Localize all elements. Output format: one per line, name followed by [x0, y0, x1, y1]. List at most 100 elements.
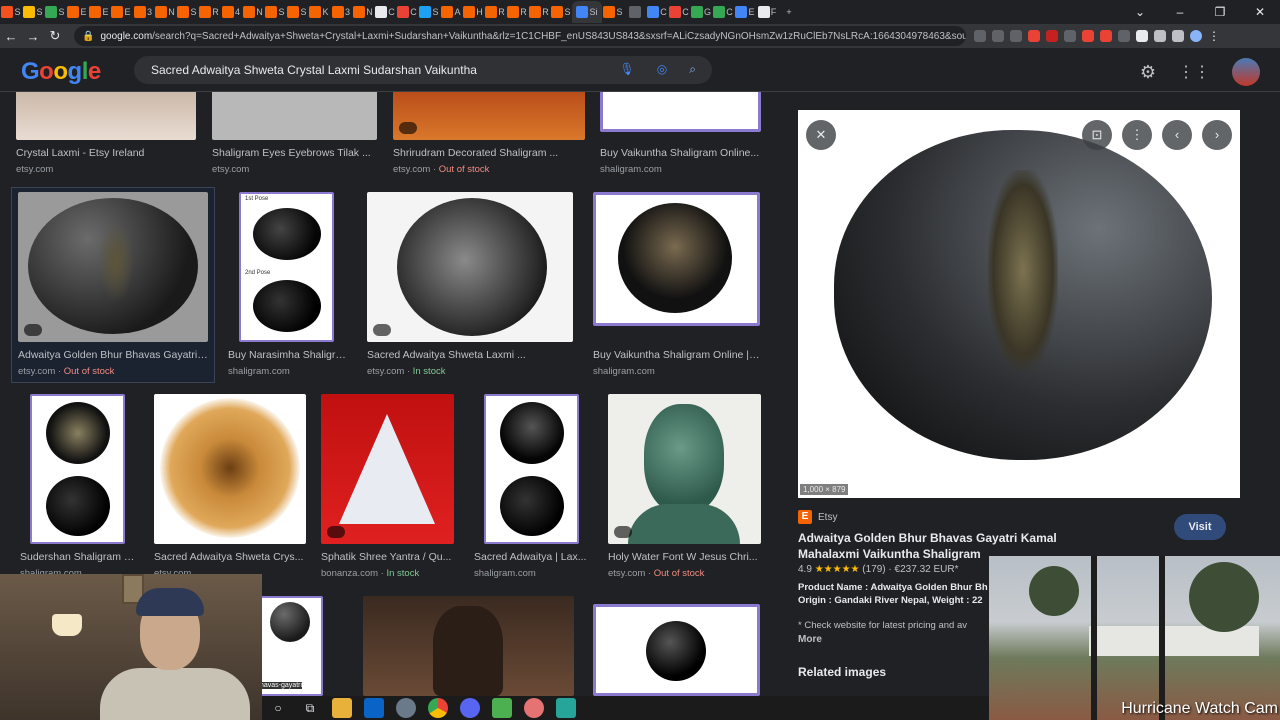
result-card[interactable]: Sudershan Shaligram | ... shaligram.com [20, 394, 135, 579]
preview-source[interactable]: E Etsy [798, 510, 837, 524]
result-card[interactable] [363, 596, 574, 696]
mail-icon[interactable] [364, 698, 384, 718]
result-image[interactable] [484, 394, 579, 544]
visit-button[interactable]: Visit [1174, 514, 1226, 540]
result-card[interactable]: Holy Water Font W Jesus Chri... etsy.com… [608, 394, 761, 579]
browser-tab[interactable]: S [22, 1, 44, 23]
more-link[interactable]: More [798, 634, 822, 645]
browser-tab[interactable]: S [44, 1, 66, 23]
browser-tab[interactable]: C [668, 1, 690, 23]
extension-icon[interactable] [1064, 30, 1076, 42]
browser-tab[interactable]: S [602, 1, 624, 23]
result-card[interactable]: Sacred Adwaitya Shweta Laxmi ... etsy.co… [367, 192, 573, 377]
reload-icon[interactable]: ↻ [44, 28, 66, 44]
puzzle-icon[interactable] [1154, 30, 1166, 42]
browser-tab[interactable]: N [352, 1, 374, 23]
maximize-button[interactable]: ❐ [1200, 0, 1240, 24]
browser-tab[interactable]: S [176, 1, 198, 23]
browser-tab[interactable]: R [484, 1, 506, 23]
result-image[interactable] [18, 192, 208, 342]
app-icon[interactable] [492, 698, 512, 718]
result-image[interactable] [30, 394, 125, 544]
browser-tab[interactable]: A [440, 1, 462, 23]
browser-tab[interactable]: S [0, 1, 22, 23]
result-image[interactable] [363, 596, 574, 696]
result-image[interactable] [212, 92, 377, 140]
result-image[interactable]: 1st Pose 2nd Pose [239, 192, 334, 342]
result-card[interactable]: Buy Vaikuntha Shaligram Online | ... sha… [593, 192, 760, 377]
extension-icon[interactable] [1046, 30, 1058, 42]
apps-grid-icon[interactable]: ⋮⋮ [1178, 62, 1210, 82]
result-card[interactable]: Buy Vaikuntha Shaligram Online... shalig… [600, 92, 761, 175]
result-card[interactable]: Sacred Adwaitya Shweta Crys... etsy.com [154, 394, 306, 579]
browser-tab[interactable]: C [374, 1, 396, 23]
close-icon[interactable]: ✕ [806, 120, 836, 150]
file-explorer-icon[interactable] [332, 698, 352, 718]
browser-tab[interactable]: Si [572, 1, 602, 23]
microphone-icon[interactable]: 🎙 [620, 62, 635, 77]
result-image[interactable]: havas-gayatri [258, 596, 323, 696]
camera-icon[interactable]: ◎ [657, 62, 667, 77]
extension-icon[interactable] [1082, 30, 1094, 42]
preview-image[interactable]: ✕ ⊡ ⋮ ‹ › [798, 110, 1240, 498]
result-image[interactable] [321, 394, 454, 544]
forward-icon[interactable]: → [22, 29, 44, 44]
result-card[interactable]: Shaligram Eyes Eyebrows Tilak ... etsy.c… [212, 92, 377, 175]
gear-icon[interactable]: ⚙ [1140, 62, 1156, 83]
result-card[interactable]: Crystal Laxmi - Etsy Ireland etsy.com [16, 92, 196, 175]
result-image[interactable] [367, 192, 573, 342]
browser-tab[interactable]: E [88, 1, 110, 23]
app-icon[interactable] [524, 698, 544, 718]
browser-tab[interactable]: 3 [132, 1, 154, 23]
browser-tab[interactable]: R [528, 1, 550, 23]
more-options-icon[interactable]: ⋮ [1122, 120, 1152, 150]
result-card[interactable]: havas-gayatri [258, 596, 323, 696]
discord-icon[interactable] [460, 698, 480, 718]
task-view-icon[interactable]: ⧉ [300, 698, 320, 718]
google-logo[interactable]: Google [21, 58, 101, 86]
browser-tab[interactable]: E [110, 1, 132, 23]
extension-icon[interactable] [1028, 30, 1040, 42]
browser-tab[interactable]: R [198, 1, 220, 23]
browser-tab[interactable]: C [646, 1, 668, 23]
browser-tab[interactable]: K [308, 1, 330, 23]
menu-dots-icon[interactable]: ⋮ [1208, 29, 1220, 43]
previous-icon[interactable]: ‹ [1162, 120, 1192, 150]
browser-tab[interactable]: S [418, 1, 440, 23]
zoom-icon[interactable] [974, 30, 986, 42]
result-image[interactable] [593, 604, 760, 696]
result-image[interactable] [154, 394, 306, 544]
result-image[interactable] [393, 92, 585, 140]
result-card-selected[interactable]: Adwaitya Golden Bhur Bhavas Gayatri ... … [11, 187, 215, 383]
browser-tab[interactable]: S [550, 1, 572, 23]
browser-tab[interactable]: 4 [220, 1, 242, 23]
extension-icon[interactable] [1136, 30, 1148, 42]
browser-tab[interactable]: C [712, 1, 734, 23]
avatar[interactable] [1232, 58, 1260, 86]
next-icon[interactable]: › [1202, 120, 1232, 150]
url-field[interactable]: 🔒 google.com /search?q=Sacred+Adwaitya+S… [74, 26, 966, 46]
browser-tab[interactable]: N [154, 1, 176, 23]
result-card[interactable]: Sphatik Shree Yantra / Qu... bonanza.com… [321, 394, 454, 579]
result-card[interactable] [593, 604, 760, 696]
browser-tab[interactable]: C [396, 1, 418, 23]
browser-tab[interactable]: H [462, 1, 484, 23]
browser-tab[interactable]: R [506, 1, 528, 23]
browser-tab[interactable] [624, 1, 646, 23]
result-image[interactable] [600, 92, 761, 132]
browser-tab[interactable]: E [66, 1, 88, 23]
sidebar-icon[interactable] [1172, 30, 1184, 42]
extension-icon[interactable] [1118, 30, 1130, 42]
browser-tab[interactable]: G [690, 1, 712, 23]
result-card[interactable]: 1st Pose 2nd Pose Buy Narasimha Shaligra… [228, 192, 348, 377]
profile-icon[interactable] [1190, 30, 1202, 42]
browser-tab[interactable]: S [264, 1, 286, 23]
result-image[interactable] [16, 92, 196, 140]
result-card[interactable]: Shrirudram Decorated Shaligram ... etsy.… [393, 92, 585, 175]
new-tab-button[interactable]: + [778, 1, 800, 23]
tab-search-icon[interactable]: ⌄ [1120, 0, 1160, 24]
result-image[interactable] [593, 192, 760, 326]
browser-tab[interactable]: F [756, 1, 778, 23]
app-icon[interactable] [556, 698, 576, 718]
search-icon[interactable]: ○ [268, 698, 288, 718]
